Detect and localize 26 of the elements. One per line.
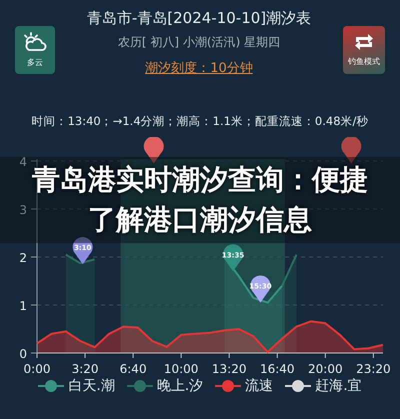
caption-text: 青岛港实时潮汐查询：便捷了解港口潮汐信息 (31, 162, 369, 238)
y-tick-label: 3 (19, 203, 27, 217)
x-tick-label: 16:40 (260, 362, 295, 373)
legend-label: 白天.潮 (68, 377, 115, 395)
y-tick-label: 4 (19, 155, 27, 169)
x-tick-label: 3:20 (72, 362, 99, 373)
tide-info: 时间：13:40；→1.4分潮；潮高：1.1米；配重流速：0.48米/秒 (30, 114, 370, 129)
legend-label: 赶海.宜 (315, 377, 362, 395)
x-tick-label: 13:20 (212, 362, 247, 373)
repeat-icon (353, 33, 375, 51)
x-tick-label: 0:00 (24, 362, 50, 373)
x-tick-label: 23:20 (356, 362, 391, 373)
x-tick-label: 6:40 (120, 362, 147, 373)
weather-button[interactable]: 多云 (15, 26, 55, 74)
y-tick-label: 2 (19, 251, 27, 265)
legend-label: 晚上.汐 (156, 377, 204, 395)
cloud-sun-icon (23, 32, 47, 52)
x-tick-label: 10:00 (164, 362, 198, 373)
fishing-mode-button[interactable]: 钓鱼模式 (343, 26, 385, 74)
legend-label: 流速 (245, 377, 274, 395)
tide-scale-link[interactable]: 潮汐刻度：10分钟 (145, 59, 253, 77)
lunar-date: 农历[ 初八] 小潮(活汛) 星期四 (118, 34, 280, 51)
page-title: 青岛市-青岛[2024-10-10]潮汐表 (86, 9, 312, 28)
y-tick-label: 0 (19, 347, 27, 361)
x-tick-label: 20:00 (308, 362, 343, 373)
y-tick-label: 1 (19, 299, 27, 313)
